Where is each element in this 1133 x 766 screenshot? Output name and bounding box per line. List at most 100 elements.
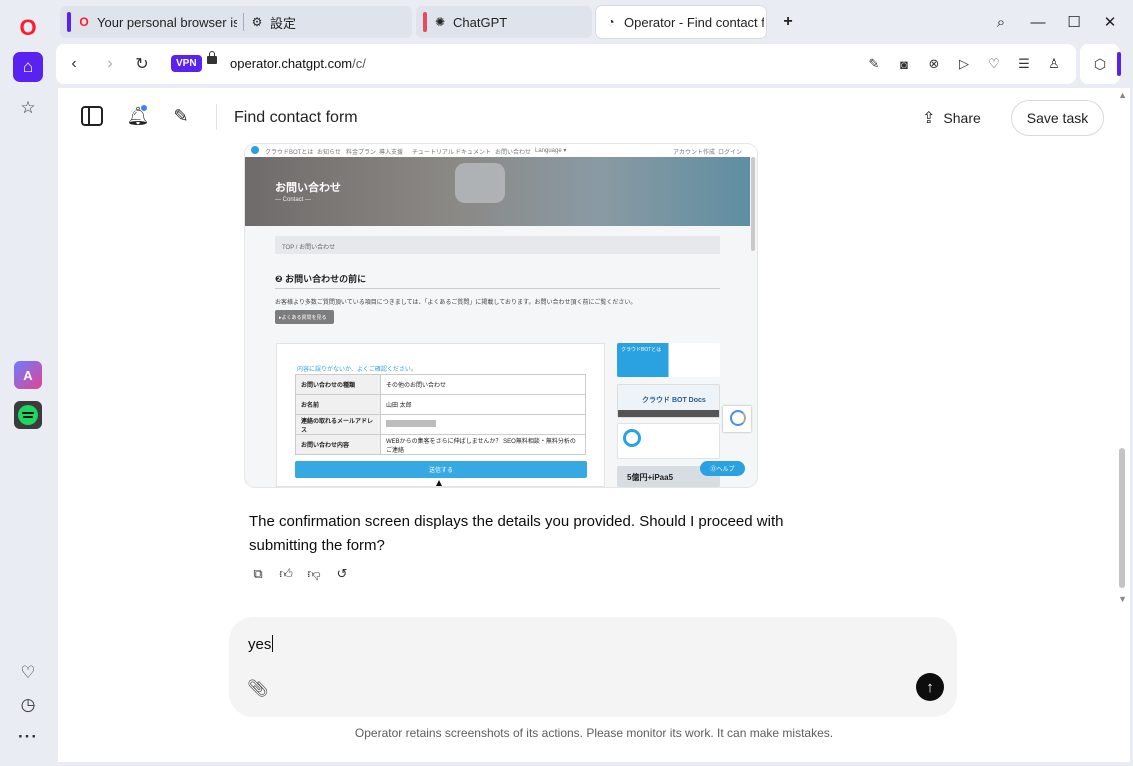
profile-icon[interactable]: ♙ [1044,54,1064,74]
scroll-up-icon[interactable]: ▲ [1118,90,1127,100]
tab-title: ChatGPT [453,14,508,30]
tab-title: Your personal browser is a [97,14,237,30]
share-button[interactable]: ⇪ Share [922,106,981,130]
site-nav-link: クラウドBOTとは [265,150,314,156]
copy-icon[interactable]: ⧉ [249,565,267,583]
site-hero: お問い合わせ — Contact — [245,157,750,226]
site-nav-link: 料金プラン [346,150,377,156]
row-value [380,414,586,435]
tab-opera-personal[interactable]: O Your personal browser is a ⚙ 設定 [60,6,412,38]
sidebar-toggle-icon[interactable] [81,106,103,126]
close-icon[interactable]: ✕ [1098,10,1122,34]
heart-icon[interactable]: ♡ [13,658,43,688]
form-hint: 内容に誤りがないか、よくご確認ください。 [297,367,417,373]
new-tab-button[interactable]: + [778,12,798,32]
thumbs-down-icon[interactable]: 👎︎ [305,565,323,583]
search-icon[interactable]: ⌕ [989,10,1013,34]
extensions-icon[interactable]: ⬡ [1080,44,1120,84]
aria-app-icon[interactable]: A [14,361,42,389]
heart-icon[interactable]: ♡ [984,54,1004,74]
message-input[interactable]: yes [248,635,273,653]
table-row: お問い合わせ内容 WEBからの集客をさらに伸ばしませんか？ SEO無料相談・無料分… [295,434,586,455]
site-nav-link: 導入支援 [379,150,404,156]
snapshot-edit-icon[interactable]: ✎ [864,54,884,74]
more-icon[interactable]: ··· [13,722,43,752]
star-icon[interactable]: ☆ [13,93,43,123]
row-value: WEBからの集客をさらに伸ばしませんか？ SEO無料相談・無料分析のご連絡 [380,434,586,455]
banner-label: クラウド BOT Docs [642,397,706,404]
thumbs-up-icon[interactable]: 👍︎ [277,565,295,583]
app-logo-icon [623,429,641,447]
player-icon[interactable]: ▷ [954,54,974,74]
site-nav: クラウドBOTとは お知らせ 料金プラン 導入支援 チュートリアル ドキュメント… [245,144,757,157]
site-nav-link: アカウント作成 [673,150,716,156]
row-value: その他のお問い合わせ [380,374,586,395]
operator-favicon-icon: ◔ [607,15,615,29]
message-actions: ⧉ 👍︎ 👎︎ ↺ [249,565,351,585]
site-banner-app [617,423,720,459]
header-divider [216,104,217,130]
tab-accent [67,12,71,32]
notification-dot [140,104,148,112]
hero-title: お問い合わせ [275,182,341,194]
table-row: お名前 山田 太郎 [295,394,586,415]
tab-strip: O Your personal browser is a ⚙ 設定 ✺ Chat… [56,0,1133,44]
camera-icon[interactable]: ◙ [894,54,914,74]
disclaimer: Operator retains screenshots of its acti… [354,726,834,740]
minimize-icon[interactable]: — [1026,10,1050,34]
table-row: 連絡の取れるメールアドレス [295,414,586,435]
banner-bar [618,410,719,417]
maximize-icon[interactable]: ☐ [1062,10,1086,34]
site-nav-link: お知らせ [317,150,341,156]
site-submit-button: 送信する [295,461,587,478]
assistant-message: The confirmation screen displays the det… [249,513,784,554]
share-icon: ⇪ [922,110,936,127]
tab-title: Operator - Find contact fo [624,14,764,30]
site-nav-link: Language ▾ [535,148,567,154]
share-label: Share [943,110,981,126]
site-banner-docs: クラウド BOT Docs [617,384,720,418]
site-help-button: ⓪ヘルプ [700,461,745,476]
spotify-icon[interactable] [14,401,42,429]
row-label: お名前 [295,394,381,415]
adblock-icon[interactable]: ⊗ [924,54,944,74]
new-task-icon[interactable]: ✎ [169,104,193,128]
forward-icon[interactable]: › [98,52,122,76]
operator-screenshot[interactable]: クラウドBOTとは お知らせ 料金プラン 導入支援 チュートリアル ドキュメント… [245,144,757,487]
banner-label: クラウドBOTとは [621,347,662,353]
back-icon[interactable]: ‹ [62,52,86,76]
tab-accent [423,12,427,32]
chatgpt-favicon-icon: ✺ [434,15,446,29]
row-label: お問い合わせの種類 [295,374,381,395]
opera-sidebar: O ⌂ ☆ A ♡ ◷ ··· [0,0,56,766]
opera-favicon-icon: O [79,15,89,29]
history-icon[interactable]: ↺ [333,565,351,583]
history-icon[interactable]: ◷ [13,690,43,720]
scroll-down-icon[interactable]: ▼ [1118,594,1127,604]
banner-label: 5億円+iPaa5 [627,473,674,482]
opera-logo-icon[interactable]: O [13,13,43,43]
reload-icon[interactable]: ↻ [130,52,154,76]
vpn-badge[interactable]: VPN [171,55,202,72]
site-nav-link: チュートリアル [412,150,454,156]
home-icon[interactable]: ⌂ [13,52,43,82]
site-section-text: お客様より多数ご質問頂いている項目につきましては、「よくあるご質問」に掲載してお… [275,300,637,306]
table-row: お問い合わせの種類 その他のお問い合わせ [295,374,586,395]
easy-setup-icon[interactable]: ☰ [1014,54,1034,74]
tab-operator[interactable]: ◔ Operator - Find contact fo [596,6,766,38]
tab-chatgpt[interactable]: ✺ ChatGPT [416,6,592,38]
form-table: お問い合わせの種類 その他のお問い合わせ お名前 山田 太郎 連絡の取れるメールアド… [295,374,586,455]
site-logo-icon [251,146,259,154]
scrollbar-thumb[interactable] [1119,448,1125,588]
url-field[interactable]: operator.chatgpt.com/c/ [230,56,366,71]
hero-subtitle: — Contact — [275,197,312,203]
redacted-email [386,420,436,427]
send-button[interactable]: ↑ [916,673,944,701]
site-nav-link: ログイン [718,150,743,156]
save-task-button[interactable]: Save task [1011,100,1104,136]
attach-icon[interactable]: 📎︎ [247,679,269,699]
tab-title: 設定 [270,15,297,31]
sidebar-accent [1117,52,1121,76]
lock-icon [207,51,217,64]
row-value: 山田 太郎 [380,394,586,415]
